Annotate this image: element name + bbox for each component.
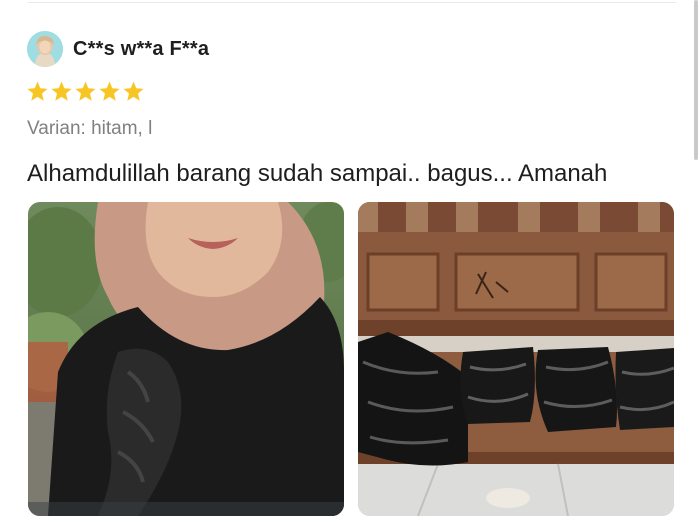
review-photo-image bbox=[28, 202, 344, 516]
reviewer-name[interactable]: C**s w**a F**a bbox=[73, 38, 209, 61]
star-icon bbox=[99, 81, 120, 101]
star-icon bbox=[123, 81, 144, 101]
top-divider bbox=[28, 2, 676, 3]
star-rating bbox=[26, 80, 145, 103]
scrollbar[interactable] bbox=[694, 0, 698, 160]
star-icon bbox=[51, 81, 72, 101]
product-variant: Varian: hitam, l bbox=[27, 118, 153, 139]
review-photo[interactable] bbox=[358, 202, 674, 516]
review-photo[interactable] bbox=[28, 202, 344, 516]
user-avatar-icon bbox=[27, 31, 63, 67]
star-icon bbox=[27, 81, 48, 101]
review-text: Alhamdulillah barang sudah sampai.. bagu… bbox=[27, 160, 608, 187]
review-photo-image bbox=[358, 202, 674, 516]
avatar[interactable] bbox=[27, 31, 63, 67]
review-header: C**s w**a F**a bbox=[27, 31, 209, 67]
star-icon bbox=[75, 81, 96, 101]
